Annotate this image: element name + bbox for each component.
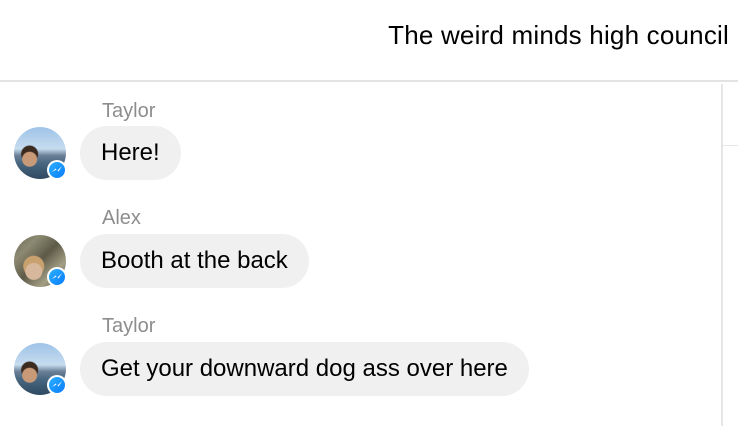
right-panel-separator <box>723 145 738 146</box>
conversation-title[interactable]: The weird minds high council <box>388 20 729 51</box>
sender-name: Taylor <box>102 315 156 337</box>
message-group: Taylor Here! <box>0 100 720 182</box>
right-panel-divider <box>721 84 723 426</box>
message-bubble[interactable]: Get your downward dog ass over here <box>80 342 529 396</box>
message-bubble[interactable]: Here! <box>80 126 181 180</box>
messenger-icon <box>47 267 67 287</box>
message-group: Alex Booth at the back <box>0 207 720 289</box>
sender-name: Alex <box>102 207 141 229</box>
message-bubble[interactable]: Booth at the back <box>80 234 309 288</box>
messenger-icon <box>47 160 67 180</box>
conversation-header: The weird minds high council <box>0 0 738 82</box>
message-group: Taylor Get your downward dog ass over he… <box>0 315 720 397</box>
messenger-icon <box>47 375 67 395</box>
sender-name: Taylor <box>102 100 156 122</box>
